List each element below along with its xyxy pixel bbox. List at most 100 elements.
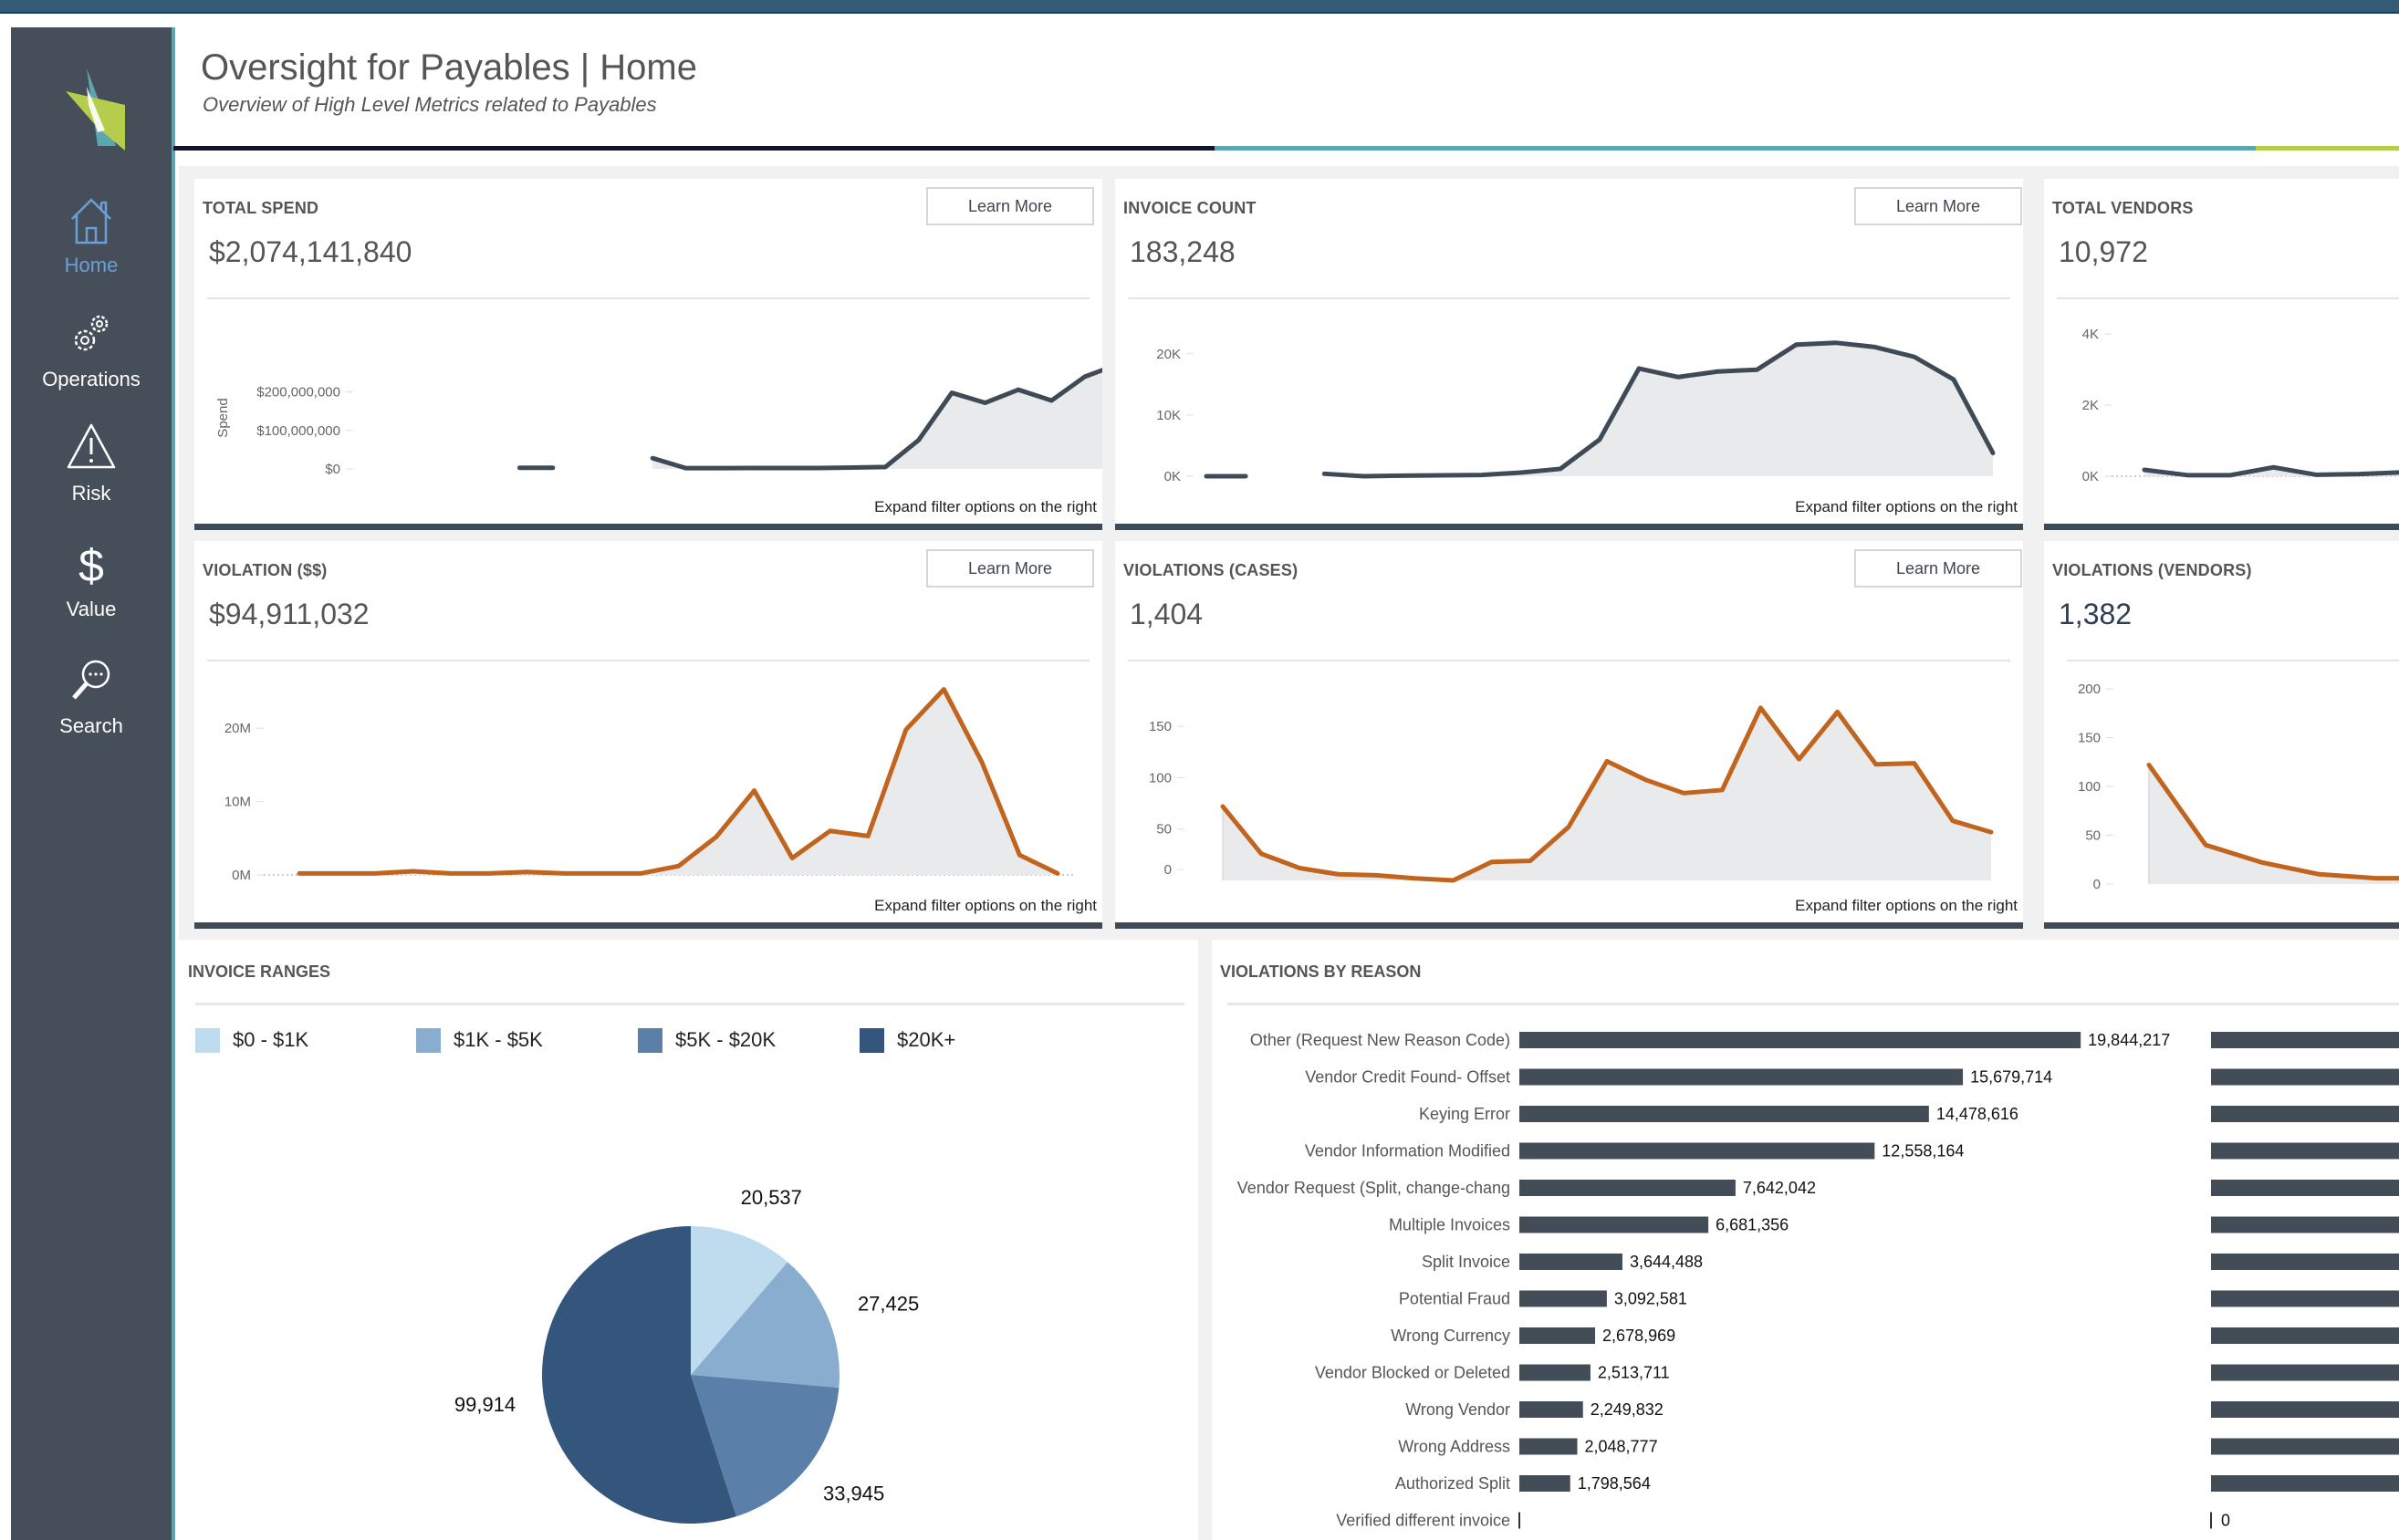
legend-swatch xyxy=(195,1027,220,1053)
top-bar xyxy=(0,0,2399,14)
accent-bar-lime xyxy=(2256,146,2399,151)
svg-text:$: $ xyxy=(78,540,104,590)
bar-value-label: 2,513,711 xyxy=(1598,1364,1670,1382)
bar-category-label: Authorized Split xyxy=(1395,1474,1510,1493)
kpi-card-total-vendors: TOTAL VENDORS 10,972 0K 2K 4K xyxy=(2044,179,2399,530)
pie-slice-label: 99,914 xyxy=(454,1393,516,1416)
area-fill xyxy=(652,369,1102,469)
legend-label: $5K - $20K xyxy=(675,1028,777,1051)
legend-item[interactable]: $1K - $5K xyxy=(416,1026,543,1054)
violation-dollars-chart: 0M 10M 20M xyxy=(224,687,1076,883)
legend-swatch xyxy=(638,1027,662,1053)
sidebar-item-label: Value xyxy=(66,598,117,620)
legend-label: $1K - $5K xyxy=(454,1028,543,1051)
bar xyxy=(1519,1290,1607,1307)
bar-category-label: Multiple Invoices xyxy=(1389,1216,1510,1234)
kpi-card-violations-cases: VIOLATIONS (CASES) 1,404 Learn More 0 50 1… xyxy=(1115,541,2023,929)
sidebar-item-home[interactable]: Home xyxy=(11,192,172,277)
violations-cases-chart: 0 50 100 150 xyxy=(1149,705,1994,883)
sidebar-item-search[interactable]: Search xyxy=(11,652,172,738)
bar-value-label: 2,048,777 xyxy=(1585,1438,1658,1456)
area-fill xyxy=(299,689,1058,875)
bar xyxy=(1519,1401,1583,1418)
bar-value-label: 2,249,832 xyxy=(1591,1400,1664,1419)
page-header: Oversight for Payables | Home Overview o… xyxy=(173,27,2399,151)
sidebar-item-label: Operations xyxy=(42,368,141,390)
y-tick-label: 0M xyxy=(232,868,251,883)
gears-icon xyxy=(74,315,109,351)
bar-category-label: Vendor Credit Found- Offset xyxy=(1305,1068,1510,1087)
y-tick-label: $100,000,000 xyxy=(256,423,340,439)
y-tick-label: 10M xyxy=(224,795,251,810)
secondary-bar-value-label: 0 xyxy=(2221,1512,2230,1530)
y-tick-label: 100 xyxy=(1149,770,1172,786)
magnifier-icon xyxy=(72,660,110,700)
pie-slice-label: 27,425 xyxy=(858,1292,919,1315)
violations-by-reason-chart: Other (Request New Reason Code) 19,844,21… xyxy=(1237,1031,2399,1530)
legend-label: $0 - $1K xyxy=(233,1028,309,1051)
accent-bar-teal xyxy=(1215,146,2256,151)
sidebar-item-operations[interactable]: Operations xyxy=(11,306,172,391)
bar xyxy=(1519,1327,1596,1344)
y-tick-label: 50 xyxy=(2085,828,2101,844)
secondary-bar xyxy=(2211,1142,2399,1160)
app-logo[interactable] xyxy=(61,59,134,151)
expand-filter-note: Expand filter options on the right xyxy=(874,498,1097,515)
y-tick-label: 20M xyxy=(224,721,251,736)
bar xyxy=(1519,1068,1964,1086)
accent-bar-dark xyxy=(173,146,1215,151)
legend-item[interactable]: $20K+ xyxy=(860,1026,955,1054)
dollar-icon: $ xyxy=(78,540,104,590)
bar-category-label: Wrong Currency xyxy=(1391,1327,1510,1345)
secondary-bar xyxy=(2211,1438,2399,1455)
bar-category-label: Wrong Address xyxy=(1398,1438,1510,1456)
bar-value-label: 14,478,616 xyxy=(1936,1105,2018,1123)
sidebar: Home Operations Risk $ Value Search xyxy=(11,27,175,1540)
y-tick-label: $200,000,000 xyxy=(256,385,340,401)
secondary-bar xyxy=(2211,1106,2399,1122)
panel-divider xyxy=(1227,1003,2399,1005)
y-tick-label: 0 xyxy=(1164,862,1172,878)
legend-item[interactable]: $0 - $1K xyxy=(195,1026,308,1054)
warning-icon xyxy=(67,423,116,469)
home-icon xyxy=(71,198,111,245)
sidebar-item-value[interactable]: $ Value xyxy=(11,536,172,621)
bar-category-label: Other (Request New Reason Code) xyxy=(1250,1031,1510,1049)
bar-category-label: Vendor Blocked or Deleted xyxy=(1315,1364,1510,1382)
y-tick-label: 150 xyxy=(1149,719,1172,734)
bar-value-label: 12,558,164 xyxy=(1882,1142,1964,1160)
area-fill xyxy=(1223,707,1991,880)
kpi-card-total-spend: TOTAL SPEND $2,074,141,840 Learn More $0… xyxy=(194,179,1102,530)
secondary-bar xyxy=(2211,1401,2399,1418)
y-tick-label: 0K xyxy=(2082,469,2099,484)
sidebar-item-label: Search xyxy=(59,714,123,737)
total-vendors-chart: 0K 2K 4K xyxy=(2082,327,2399,484)
bar xyxy=(1519,1142,1875,1160)
page-subtitle: Overview of High Level Metrics related t… xyxy=(203,93,657,116)
bar-category-label: Vendor Information Modified xyxy=(1305,1142,1510,1160)
bar xyxy=(1519,1254,1622,1270)
y-axis-title: Spend xyxy=(215,398,231,437)
invoice-ranges-pie: 20,537 27,425 33,945 99,914 xyxy=(454,1186,919,1524)
bar-category-label: Verified different invoice xyxy=(1336,1512,1510,1530)
y-tick-label: 50 xyxy=(1156,822,1172,838)
expand-filter-note: Expand filter options on the right xyxy=(1795,498,2018,515)
y-tick-label: $0 xyxy=(325,462,340,477)
y-tick-label: 4K xyxy=(2082,327,2099,342)
y-tick-label: 0 xyxy=(2093,877,2101,892)
expand-filter-note: Expand filter options on the right xyxy=(1795,897,2018,914)
panel-title: VIOLATIONS BY REASON xyxy=(1220,962,1422,981)
bar-value-label: 2,678,969 xyxy=(1602,1327,1675,1345)
sidebar-item-risk[interactable]: Risk xyxy=(11,420,172,505)
page-title: Oversight for Payables | Home xyxy=(201,47,697,88)
y-tick-label: 2K xyxy=(2082,398,2099,413)
secondary-bar xyxy=(2211,1475,2399,1492)
area-fill xyxy=(1324,342,1993,476)
y-tick-label: 0K xyxy=(1164,469,1181,484)
legend-item[interactable]: $5K - $20K xyxy=(638,1026,776,1054)
secondary-bar xyxy=(2211,1032,2399,1048)
bar-category-label: Keying Error xyxy=(1419,1105,1510,1123)
bar xyxy=(1519,1364,1591,1381)
secondary-bar xyxy=(2211,1254,2399,1270)
secondary-bar xyxy=(2211,1180,2399,1196)
